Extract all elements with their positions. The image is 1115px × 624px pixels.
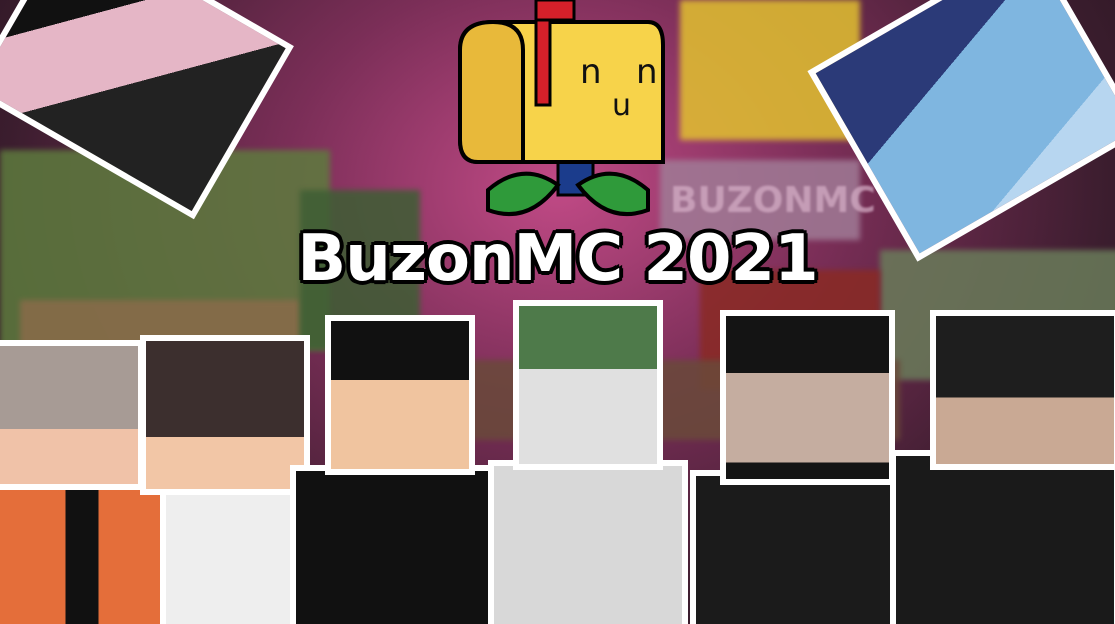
black-hoodie-skull: [890, 310, 1115, 624]
black-hair-open-mouth: [290, 315, 500, 624]
frog-hat-white: [488, 300, 688, 624]
logo-eye-left: n: [580, 52, 602, 92]
mailbox-logo-icon: [458, 0, 665, 217]
long-black-hair: [690, 310, 905, 624]
background-banner-text: BUZONMC: [670, 180, 876, 221]
logo-eye-right: n: [636, 52, 658, 92]
thumbnail-scene: BUZONMC n n u BuzonMC 2021: [0, 0, 1115, 624]
logo-mouth: u: [612, 88, 632, 123]
